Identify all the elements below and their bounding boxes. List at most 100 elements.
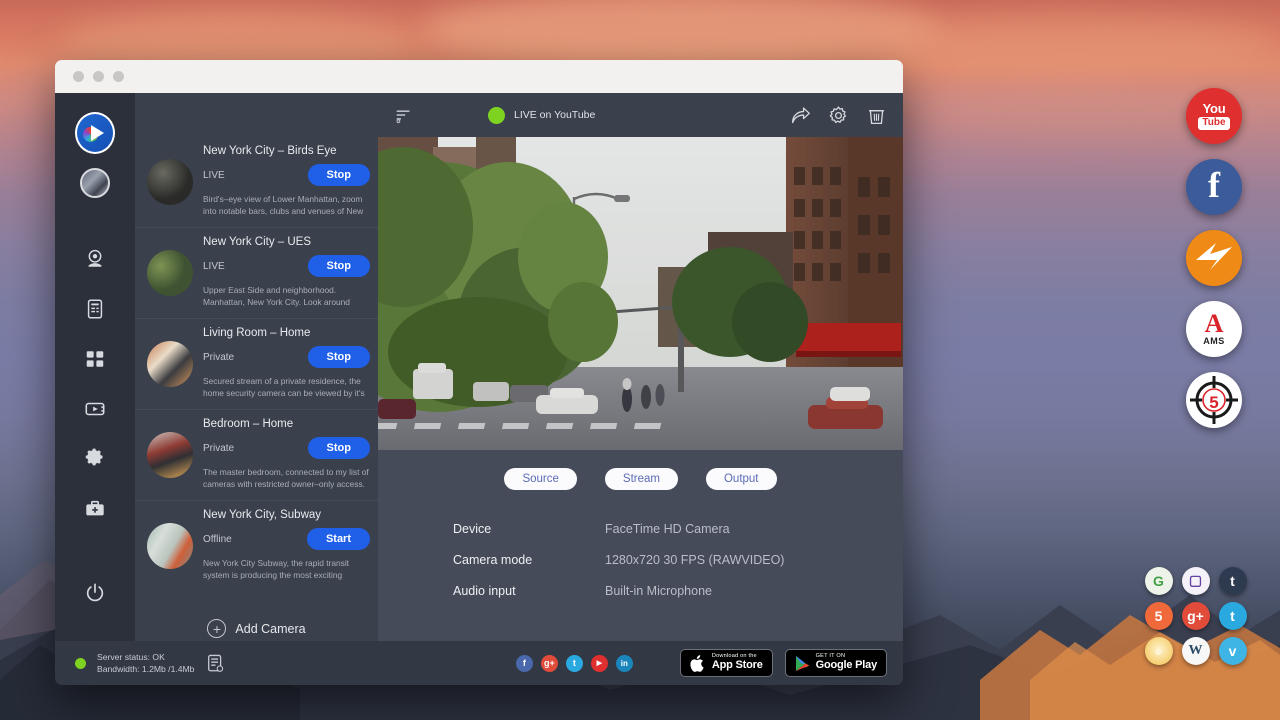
lightning-bolt-icon[interactable]: [1186, 230, 1242, 286]
server-status-dot: [75, 658, 86, 669]
sidebar-item-power[interactable]: [75, 573, 115, 613]
app-store-line2: App Store: [712, 660, 763, 672]
camera-list-item[interactable]: New York City – UES LIVE Stop Upper East…: [135, 228, 378, 319]
spec-row-camera-mode: Camera mode 1280x720 30 FPS (RAWVIDEO): [378, 553, 903, 584]
vimeo-icon[interactable]: v: [1219, 637, 1247, 665]
youtube-icon[interactable]: You Tube: [1186, 88, 1242, 144]
share-icon[interactable]: [790, 105, 811, 126]
google-play-badge[interactable]: GET IT ON Google Play: [785, 649, 887, 677]
info-tabs: Source Stream Output: [378, 468, 903, 490]
bolt-shape: [1186, 230, 1242, 286]
window-close-button[interactable]: [73, 71, 84, 82]
google-plus-icon[interactable]: g+: [1182, 602, 1210, 630]
twitter-glyph: t: [1230, 608, 1235, 624]
camera-action-button[interactable]: Stop: [308, 164, 370, 186]
wordpress-icon[interactable]: W: [1182, 637, 1210, 665]
camera-title: Living Room – Home: [203, 327, 370, 339]
twitch-glyph: ▢: [1189, 572, 1202, 589]
camera-list-header: [135, 93, 378, 137]
sort-icon[interactable]: [386, 100, 420, 130]
add-camera-button[interactable]: + Add Camera: [135, 591, 378, 638]
camera-action-button[interactable]: Stop: [308, 255, 370, 277]
sidebar-item-recordings[interactable]: [75, 389, 115, 429]
linkedin-icon[interactable]: in: [616, 655, 633, 672]
groupon-glyph: G: [1153, 573, 1164, 589]
window-minimize-button[interactable]: [93, 71, 104, 82]
vimeo-glyph: v: [1229, 643, 1237, 659]
tab-stream[interactable]: Stream: [605, 468, 678, 490]
gear-icon: [84, 448, 106, 470]
camera-status: Private: [203, 443, 234, 454]
trash-icon[interactable]: [866, 105, 887, 126]
sidebar-item-settings[interactable]: [75, 439, 115, 479]
app-store-badge[interactable]: Download on the App Store: [680, 649, 773, 677]
tab-output[interactable]: Output: [706, 468, 777, 490]
google-plus-icon[interactable]: g+: [541, 655, 558, 672]
sun-glyph: ●: [1154, 643, 1162, 659]
camera-list-item[interactable]: New York City – Birds Eye LIVE Stop Bird…: [135, 137, 378, 228]
desktop-dock: You Tube f A AMS 5: [1186, 88, 1242, 428]
spec-value: FaceTime HD Camera: [605, 522, 730, 536]
facebook-icon[interactable]: f: [1186, 159, 1242, 215]
sidebar-item-dashboard[interactable]: [75, 339, 115, 379]
tab-source[interactable]: Source: [504, 468, 576, 490]
five-icon[interactable]: 5: [1145, 602, 1173, 630]
camera-list-item[interactable]: Bedroom – Home Private Stop The master b…: [135, 410, 378, 501]
window-titlebar: [55, 60, 903, 93]
spec-key: Camera mode: [453, 553, 605, 567]
status-bar: Server status: OK Bandwidth: 1.2Mb /1.4M…: [55, 641, 903, 685]
trash-icon-shape: [866, 105, 887, 126]
camera-title: New York City, Subway: [203, 509, 370, 521]
video-preview[interactable]: [378, 137, 903, 450]
twitter-icon[interactable]: t: [1219, 602, 1247, 630]
power-icon: [84, 582, 106, 604]
window-maximize-button[interactable]: [113, 71, 124, 82]
camera-list-item[interactable]: Living Room – Home Private Stop Secured …: [135, 319, 378, 410]
camera-description: Secured stream of a private residence, t…: [203, 376, 370, 400]
groupon-icon[interactable]: G: [1145, 567, 1173, 595]
google-play-line2: Google Play: [816, 660, 877, 672]
camera-list-item[interactable]: New York City, Subway Offline Start New …: [135, 501, 378, 591]
apple-icon: [690, 654, 706, 673]
camera-title: Bedroom – Home: [203, 418, 370, 430]
camera-action-button[interactable]: Stop: [308, 437, 370, 459]
webcam-icon: [84, 248, 106, 270]
toolbar-actions: [790, 105, 887, 126]
adobe-a-glyph: A: [1205, 312, 1224, 335]
adobe-ams-icon[interactable]: A AMS: [1186, 301, 1242, 357]
camera-thumbnail: [147, 250, 193, 296]
camera-action-button[interactable]: Start: [307, 528, 370, 550]
first-aid-icon: [84, 498, 106, 520]
camera-status: LIVE: [203, 261, 225, 272]
facebook-icon[interactable]: f: [516, 655, 533, 672]
gear-icon[interactable]: [828, 105, 849, 126]
twitter-icon[interactable]: t: [566, 655, 583, 672]
camera-action-button[interactable]: Stop: [308, 346, 370, 368]
linkedin-glyph: in: [621, 659, 628, 668]
sidebar-item-account[interactable]: [75, 163, 115, 203]
server-status-label: Server status: OK: [97, 651, 194, 663]
sidebar-item-cameras[interactable]: [75, 239, 115, 279]
camera-title: New York City – Birds Eye: [203, 145, 370, 157]
sidebar-item-support[interactable]: [75, 489, 115, 529]
live-status-label: LIVE on YouTube: [514, 109, 595, 121]
tumblr-icon[interactable]: t: [1219, 567, 1247, 595]
app-window: New York City – Birds Eye LIVE Stop Bird…: [55, 60, 903, 685]
report-icon[interactable]: [207, 654, 224, 673]
youtube-icon[interactable]: ▶: [591, 655, 608, 672]
spec-row-device: Device FaceTime HD Camera: [378, 522, 903, 553]
sort-icon-shape: [395, 107, 412, 124]
target-five-icon[interactable]: 5: [1186, 372, 1242, 428]
gplus-glyph: g+: [1187, 608, 1204, 624]
camera-description: Bird's–eye view of Lower Manhattan, zoom…: [203, 194, 370, 218]
grid-icon: [84, 348, 106, 370]
share-icon-shape: [790, 105, 811, 126]
report-icon-shape: [207, 654, 224, 673]
sun-icon[interactable]: ●: [1145, 637, 1173, 665]
document-list-icon: [84, 298, 106, 320]
sidebar-item-logs[interactable]: [75, 289, 115, 329]
logo-rainbow: [83, 127, 98, 142]
twitch-icon[interactable]: ▢: [1182, 567, 1210, 595]
live-status-badge: LIVE on YouTube: [488, 107, 595, 124]
sidebar-item-app-logo[interactable]: [75, 113, 115, 153]
